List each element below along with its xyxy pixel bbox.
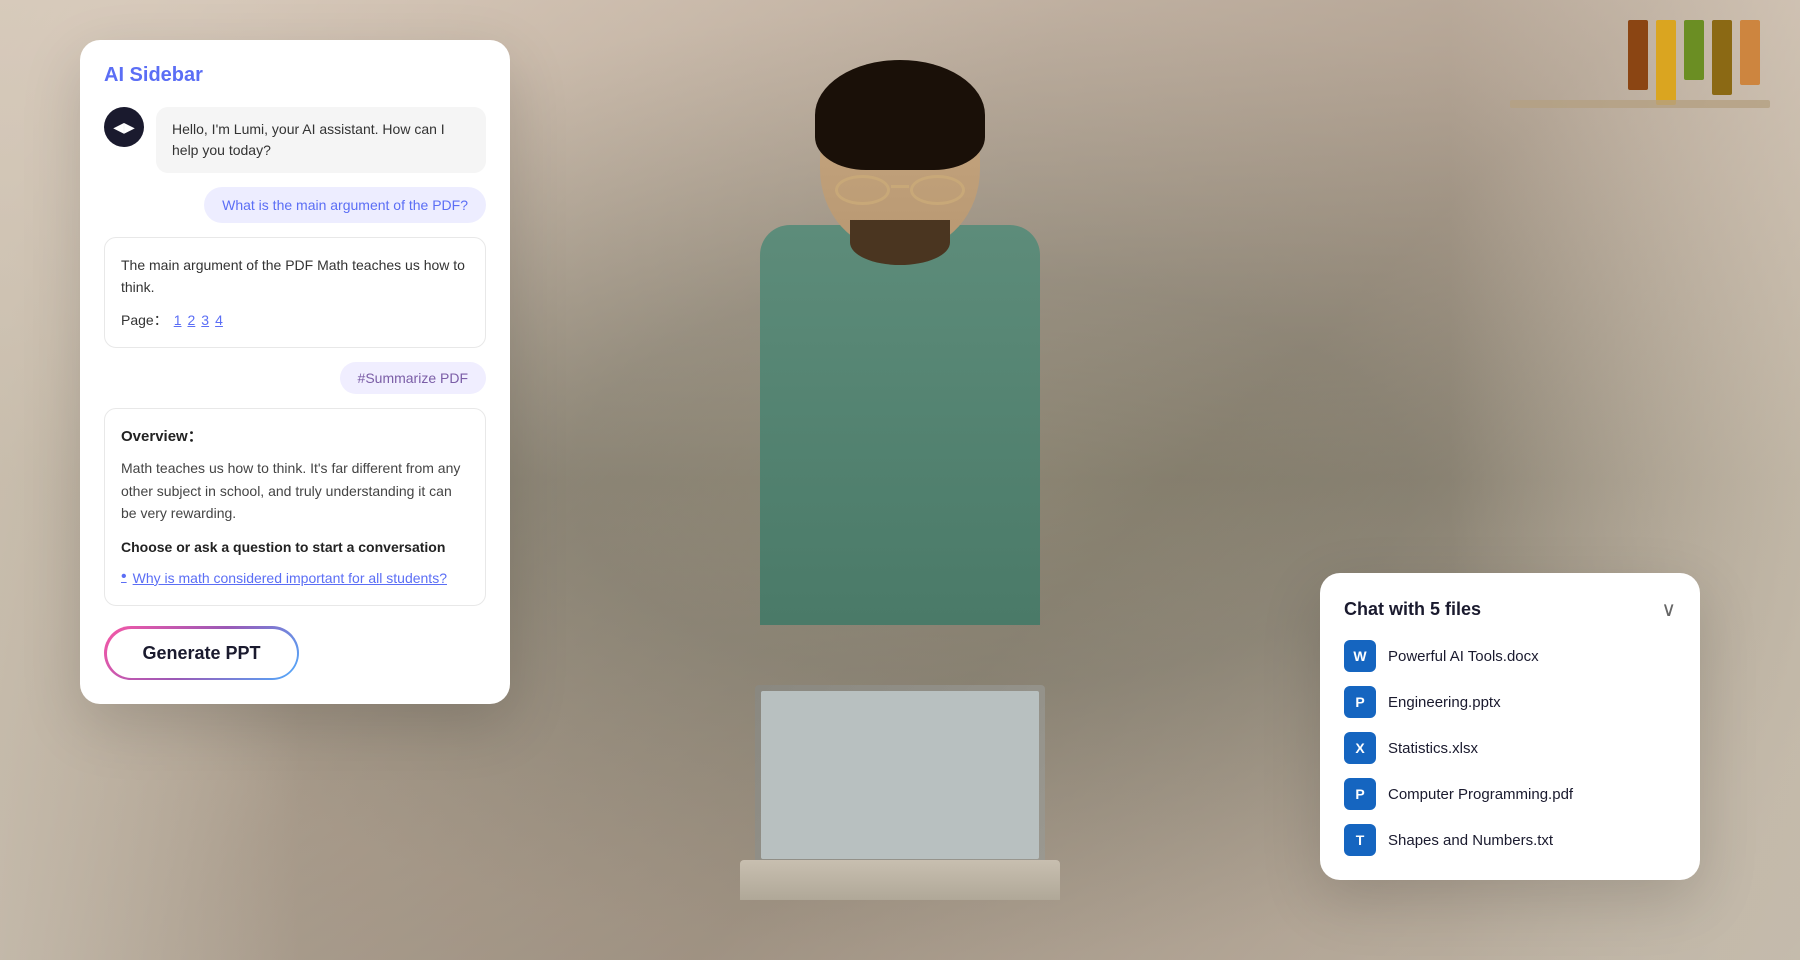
generate-ppt-button[interactable]: Generate PPT xyxy=(107,629,297,678)
file-item-5[interactable]: T Shapes and Numbers.txt xyxy=(1344,824,1676,856)
choose-label: Choose or ask a question to start a conv… xyxy=(121,536,469,558)
file-icon-4: P xyxy=(1344,778,1376,810)
ai-avatar: ◀▶ xyxy=(104,107,144,147)
overview-card: Overview： Math teaches us how to think. … xyxy=(104,408,486,606)
file-icon-label-3: X xyxy=(1355,740,1364,756)
user-question-message: What is the main argument of the PDF? xyxy=(104,187,486,223)
file-name-3: Statistics.xlsx xyxy=(1388,740,1478,757)
chat-files-card: Chat with 5 files ∨ W Powerful AI Tools.… xyxy=(1320,573,1700,880)
file-icon-label-1: W xyxy=(1353,648,1366,664)
summarize-button[interactable]: #Summarize PDF xyxy=(340,362,486,394)
ai-greeting-message: ◀▶ Hello, I'm Lumi, your AI assistant. H… xyxy=(104,107,486,173)
page-label: Page： xyxy=(121,309,168,331)
ai-response-text: The main argument of the PDF Math teache… xyxy=(121,254,469,299)
overview-desc: Math teaches us how to think. It's far d… xyxy=(121,457,469,524)
question-link[interactable]: Why is math considered important for all… xyxy=(121,567,469,589)
page-ref-2[interactable]: 2 xyxy=(188,309,196,331)
file-name-1: Powerful AI Tools.docx xyxy=(1388,648,1539,665)
page-ref-3[interactable]: 3 xyxy=(201,309,209,331)
file-icon-2: P xyxy=(1344,686,1376,718)
chat-files-header: Chat with 5 files ∨ xyxy=(1344,597,1676,622)
file-list: W Powerful AI Tools.docx P Engineering.p… xyxy=(1344,640,1676,856)
book xyxy=(1656,20,1676,105)
user-question-bubble[interactable]: What is the main argument of the PDF? xyxy=(204,187,486,223)
summarize-btn-wrapper: #Summarize PDF xyxy=(104,362,486,394)
question-link-wrapper: Why is math considered important for all… xyxy=(121,567,469,589)
file-item-4[interactable]: P Computer Programming.pdf xyxy=(1344,778,1676,810)
file-icon-label-5: T xyxy=(1356,832,1365,848)
ai-sidebar-card: AI Sidebar ◀▶ Hello, I'm Lumi, your AI a… xyxy=(80,40,510,704)
generate-ppt-container: Generate PPT xyxy=(104,626,486,680)
book xyxy=(1684,20,1704,80)
book xyxy=(1712,20,1732,95)
page-refs: Page： 1 2 3 4 xyxy=(121,309,469,331)
file-icon-label-4: P xyxy=(1355,786,1364,802)
file-name-5: Shapes and Numbers.txt xyxy=(1388,832,1553,849)
file-name-4: Computer Programming.pdf xyxy=(1388,786,1573,803)
overview-title: Overview： xyxy=(121,425,469,449)
page-ref-4[interactable]: 4 xyxy=(215,309,223,331)
generate-ppt-wrapper: Generate PPT xyxy=(104,626,299,680)
chat-area: ◀▶ Hello, I'm Lumi, your AI assistant. H… xyxy=(104,107,486,606)
file-item-2[interactable]: P Engineering.pptx xyxy=(1344,686,1676,718)
chat-files-title: Chat with 5 files xyxy=(1344,599,1481,620)
file-icon-3: X xyxy=(1344,732,1376,764)
chevron-down-icon[interactable]: ∨ xyxy=(1661,597,1676,622)
ai-response-card: The main argument of the PDF Math teache… xyxy=(104,237,486,348)
ai-sidebar-title: AI Sidebar xyxy=(104,64,486,87)
file-item-1[interactable]: W Powerful AI Tools.docx xyxy=(1344,640,1676,672)
file-item-3[interactable]: X Statistics.xlsx xyxy=(1344,732,1676,764)
shelf-line xyxy=(1510,100,1770,108)
ai-avatar-icon: ◀▶ xyxy=(113,119,135,136)
file-icon-label-2: P xyxy=(1355,694,1364,710)
file-icon-5: T xyxy=(1344,824,1376,856)
file-icon-1: W xyxy=(1344,640,1376,672)
book xyxy=(1740,20,1760,85)
ai-greeting-bubble: Hello, I'm Lumi, your AI assistant. How … xyxy=(156,107,486,173)
book xyxy=(1628,20,1648,90)
bookshelf-top-right xyxy=(1628,20,1760,105)
file-name-2: Engineering.pptx xyxy=(1388,694,1501,711)
page-ref-1[interactable]: 1 xyxy=(174,309,182,331)
